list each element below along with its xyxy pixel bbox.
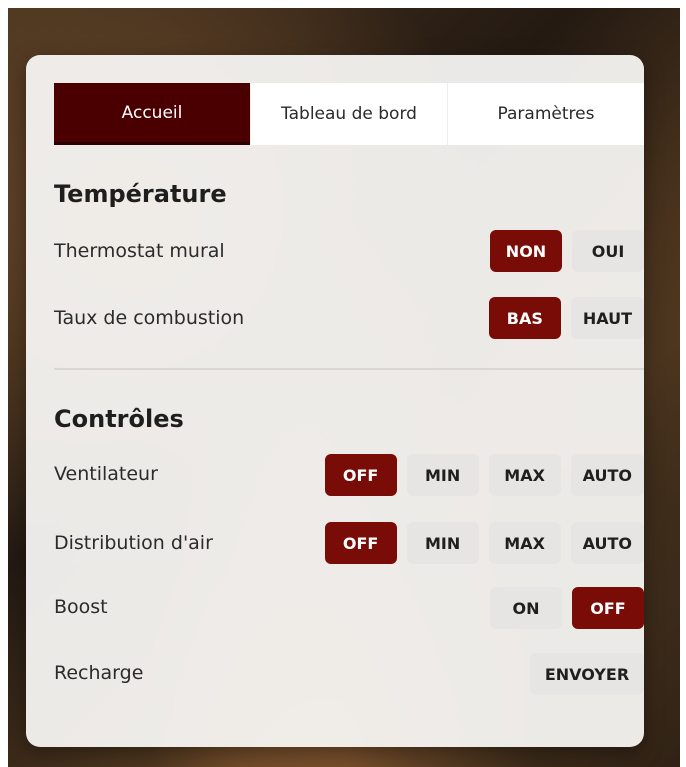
distribution-selector: OFF MIN MAX AUTO [324,522,644,564]
tab-tableau-de-bord[interactable]: Tableau de bord [250,83,447,145]
screen-border-top [0,0,686,8]
control-panel: Accueil Tableau de bord Paramètres Tempé… [26,55,644,747]
distribution-off-button[interactable]: OFF [324,522,397,564]
ventilateur-label: Ventilateur [54,463,158,485]
boost-label: Boost [54,596,108,618]
recharge-envoyer-button[interactable]: ENVOYER [530,653,644,695]
screen-border-right [680,0,686,767]
thermostat-label: Thermostat mural [54,240,225,262]
ventilateur-min-button[interactable]: MIN [406,454,479,496]
recharge-actions: ENVOYER [530,653,644,695]
tab-bar: Accueil Tableau de bord Paramètres [54,83,644,145]
tab-accueil[interactable]: Accueil [54,83,250,145]
combustion-bas-button[interactable]: BAS [488,297,561,339]
tab-parametres[interactable]: Paramètres [447,83,644,145]
recharge-label: Recharge [54,662,144,684]
section-divider [54,368,644,370]
combustion-label: Taux de combustion [54,307,245,329]
distribution-max-button[interactable]: MAX [488,522,561,564]
ventilateur-max-button[interactable]: MAX [488,454,561,496]
screen-border-left [0,0,8,767]
ventilateur-off-button[interactable]: OFF [324,454,397,496]
boost-toggle: ON OFF [490,587,644,629]
ventilateur-selector: OFF MIN MAX AUTO [324,454,644,496]
distribution-min-button[interactable]: MIN [406,522,479,564]
combustion-haut-button[interactable]: HAUT [570,297,644,339]
thermostat-non-button[interactable]: NON [490,230,562,272]
distribution-label: Distribution d'air [54,532,213,554]
section-title-controles: Contrôles [54,405,184,433]
boost-off-button[interactable]: OFF [572,587,644,629]
section-title-temperature: Température [54,180,227,208]
thermostat-oui-button[interactable]: OUI [572,230,644,272]
thermostat-toggle: NON OUI [490,230,644,272]
distribution-auto-button[interactable]: AUTO [570,522,644,564]
combustion-toggle: BAS HAUT [488,297,644,339]
ventilateur-auto-button[interactable]: AUTO [570,454,644,496]
boost-on-button[interactable]: ON [490,587,562,629]
